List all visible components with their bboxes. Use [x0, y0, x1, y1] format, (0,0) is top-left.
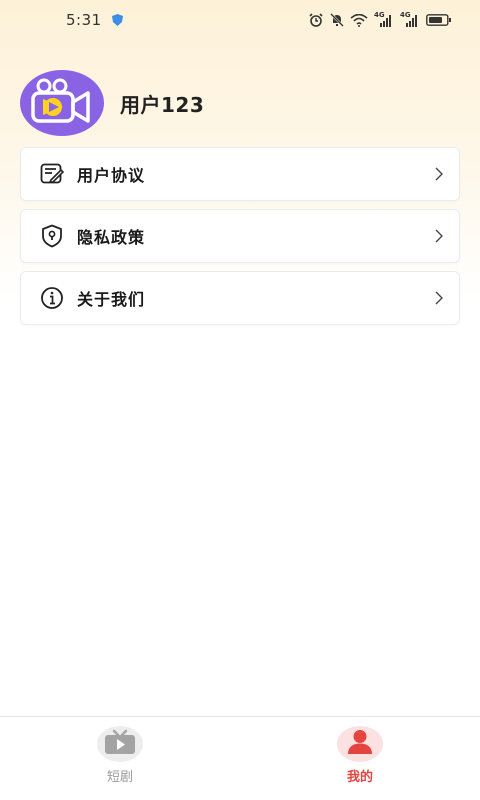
privacy-shield-icon [39, 223, 65, 249]
mute-bell-icon [330, 13, 344, 27]
menu-item-user-agreement[interactable]: 用户协议 [20, 147, 460, 201]
cellular-signal-1-icon: 4G [374, 11, 394, 27]
alarm-icon [308, 13, 324, 27]
menu-item-privacy-policy[interactable]: 隐私政策 [20, 209, 460, 263]
menu-item-label: 隐私政策 [77, 228, 146, 247]
shield-badge-icon [111, 11, 123, 30]
tab-label: 短剧 [106, 770, 133, 785]
cellular-signal-2-icon: 4G [400, 11, 420, 27]
user-icon [346, 728, 374, 760]
tv-play-icon [104, 729, 136, 759]
tab-short-drama[interactable]: 短剧 [0, 717, 240, 800]
chevron-right-icon [433, 290, 445, 306]
status-bar: 5:31 4G 4G [0, 0, 480, 40]
video-camera-icon [30, 78, 94, 128]
profile-header: 用户123 [20, 70, 204, 136]
chevron-right-icon [433, 228, 445, 244]
status-time: 5:31 [66, 11, 102, 29]
chevron-right-icon [433, 166, 445, 182]
settings-menu: 用户协议 隐私政策 关于我们 [20, 147, 460, 333]
battery-icon [426, 14, 452, 26]
tab-mine[interactable]: 我的 [240, 717, 480, 800]
info-icon [39, 285, 65, 311]
bottom-nav: 短剧 我的 [0, 716, 480, 800]
wifi-icon [350, 13, 368, 27]
avatar[interactable] [20, 70, 104, 136]
username: 用户123 [120, 92, 205, 117]
menu-item-label: 用户协议 [77, 166, 146, 185]
menu-item-about-us[interactable]: 关于我们 [20, 271, 460, 325]
agreement-icon [39, 161, 65, 187]
profile-screen: 5:31 4G 4G 用户123 用户协议 隐私政策 关于我们 短剧 我的 [0, 0, 480, 800]
tab-label: 我的 [346, 770, 373, 785]
menu-item-label: 关于我们 [77, 290, 146, 309]
